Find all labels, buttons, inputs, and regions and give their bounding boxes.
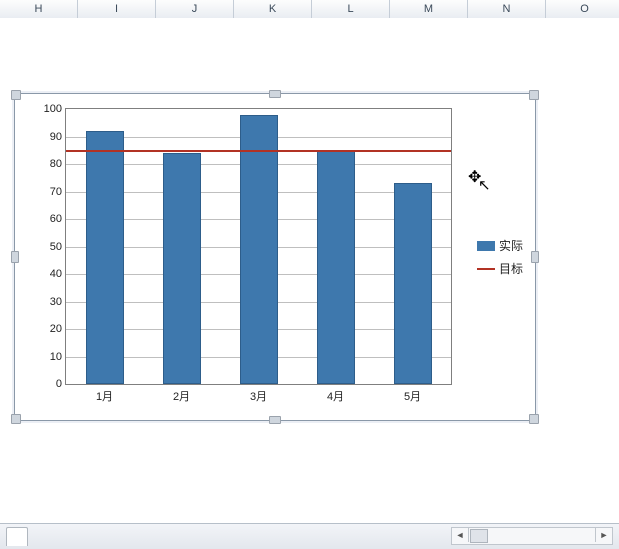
worksheet-area[interactable]: 10090807060504030201001月2月3月4月5月 实际 目标 ✥… [0, 18, 619, 524]
column-header-N[interactable]: N [468, 0, 546, 18]
y-axis-tick-label: 20 [50, 323, 62, 335]
legend-item-target[interactable]: 目标 [477, 260, 523, 277]
chart-object[interactable]: 10090807060504030201001月2月3月4月5月 实际 目标 [14, 93, 536, 421]
x-axis-tick-label: 3月 [250, 388, 267, 404]
resize-handle-bottom-left[interactable] [11, 414, 21, 424]
bar-1月[interactable] [86, 131, 124, 384]
y-axis-tick-label: 70 [50, 186, 62, 198]
legend-swatch-line-icon [477, 268, 495, 270]
bar-4月[interactable] [317, 150, 355, 384]
column-header-L[interactable]: L [312, 0, 390, 18]
chart-legend[interactable]: 实际 目标 [477, 231, 523, 283]
bar-2月[interactable] [163, 153, 201, 384]
legend-item-actual[interactable]: 实际 [477, 237, 523, 254]
scroll-left-arrow-icon[interactable]: ◄ [452, 528, 469, 542]
y-axis-tick-label: 90 [50, 131, 62, 143]
y-axis-tick-label: 100 [44, 103, 62, 115]
target-line[interactable] [66, 150, 451, 152]
column-header-M[interactable]: M [390, 0, 468, 18]
resize-handle-top[interactable] [269, 90, 281, 98]
y-axis-tick-label: 80 [50, 158, 62, 170]
horizontal-scrollbar[interactable]: ◄ ► [451, 527, 613, 545]
resize-handle-right[interactable] [531, 251, 539, 263]
column-header-H[interactable]: H [0, 0, 78, 18]
chart-plot-area[interactable]: 10090807060504030201001月2月3月4月5月 [65, 108, 452, 385]
column-header-ruler[interactable]: HIJKLMNOP [0, 0, 619, 19]
column-header-I[interactable]: I [78, 0, 156, 18]
y-axis-tick-label: 30 [50, 296, 62, 308]
resize-handle-bottom[interactable] [269, 416, 281, 424]
sheet-tab[interactable] [6, 527, 28, 546]
y-axis-tick-label: 10 [50, 351, 62, 363]
y-axis-tick-label: 60 [50, 213, 62, 225]
x-axis-tick-label: 5月 [404, 388, 421, 404]
legend-label-actual: 实际 [499, 237, 523, 254]
legend-swatch-bar-icon [477, 241, 495, 251]
resize-handle-top-left[interactable] [11, 90, 21, 100]
resize-handle-bottom-right[interactable] [529, 414, 539, 424]
column-header-K[interactable]: K [234, 0, 312, 18]
x-axis-tick-label: 2月 [173, 388, 190, 404]
y-axis-tick-label: 40 [50, 268, 62, 280]
resize-handle-left[interactable] [11, 251, 19, 263]
y-axis-tick-label: 0 [56, 378, 62, 390]
column-header-O[interactable]: O [546, 0, 619, 18]
scroll-thumb[interactable] [470, 529, 488, 543]
legend-label-target: 目标 [499, 260, 523, 277]
scroll-right-arrow-icon[interactable]: ► [595, 528, 612, 542]
x-axis-tick-label: 4月 [327, 388, 344, 404]
y-axis-tick-label: 50 [50, 241, 62, 253]
x-axis-tick-label: 1月 [96, 388, 113, 404]
bar-5月[interactable] [394, 183, 432, 384]
bar-3月[interactable] [240, 115, 278, 385]
resize-handle-top-right[interactable] [529, 90, 539, 100]
status-bar: ◄ ► [0, 523, 619, 549]
column-header-J[interactable]: J [156, 0, 234, 18]
